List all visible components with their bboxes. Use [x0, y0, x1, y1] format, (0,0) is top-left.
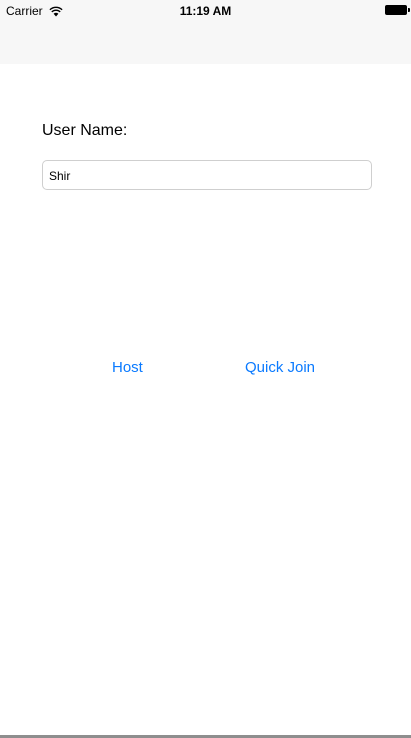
navigation-bar	[0, 22, 411, 64]
status-bar: Carrier 11:19 AM	[0, 0, 411, 22]
host-button[interactable]: Host	[112, 359, 143, 377]
user-name-label: User Name:	[42, 122, 128, 139]
user-name-value[interactable]: Shir	[49, 169, 70, 183]
status-time: 11:19 AM	[179, 4, 232, 18]
quick-join-button[interactable]: Quick Join	[245, 359, 315, 377]
battery-icon	[385, 5, 411, 16]
user-name-field[interactable]: Shir	[42, 160, 372, 190]
